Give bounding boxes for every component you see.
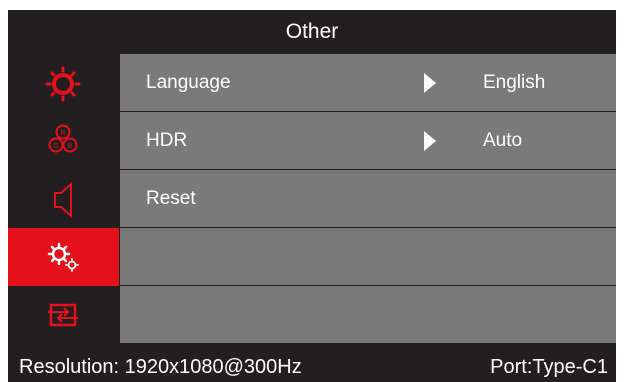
language-value: English bbox=[483, 72, 546, 93]
osd-menu: Other R G B Language English HDR Auto Re… bbox=[8, 10, 616, 382]
menu-row-language[interactable]: Language English bbox=[120, 54, 616, 111]
hdr-value: Auto bbox=[483, 130, 523, 151]
sidebar-item-brightness[interactable] bbox=[8, 54, 119, 112]
language-label: Language bbox=[146, 72, 231, 93]
menu-row-reset[interactable]: Reset bbox=[120, 170, 616, 227]
speaker-icon bbox=[54, 181, 72, 219]
menu-row-empty bbox=[120, 228, 616, 285]
brightness-icon bbox=[45, 66, 81, 102]
menu-row-empty bbox=[120, 286, 616, 343]
svg-text:R: R bbox=[60, 130, 65, 137]
sidebar-item-audio[interactable] bbox=[8, 170, 119, 228]
svg-text:B: B bbox=[68, 143, 73, 150]
hdr-label: HDR bbox=[146, 130, 188, 151]
svg-text:G: G bbox=[53, 143, 58, 150]
chevron-right-icon bbox=[424, 131, 436, 151]
sidebar-item-color[interactable]: R G B bbox=[8, 112, 119, 170]
resolution-status: Resolution: 1920x1080@300Hz bbox=[19, 356, 302, 378]
sidebar-item-other[interactable] bbox=[8, 228, 119, 286]
chevron-right-icon bbox=[424, 73, 436, 93]
sidebar-item-input[interactable] bbox=[8, 286, 119, 344]
menu-title: Other bbox=[285, 20, 339, 43]
port-status: Port:Type-C1 bbox=[490, 356, 608, 378]
input-source-icon bbox=[48, 303, 78, 327]
menu-row-hdr[interactable]: HDR Auto bbox=[120, 112, 616, 169]
settings-gears-icon bbox=[47, 242, 79, 272]
reset-label: Reset bbox=[146, 188, 196, 209]
color-rgb-icon: R G B bbox=[48, 124, 78, 153]
